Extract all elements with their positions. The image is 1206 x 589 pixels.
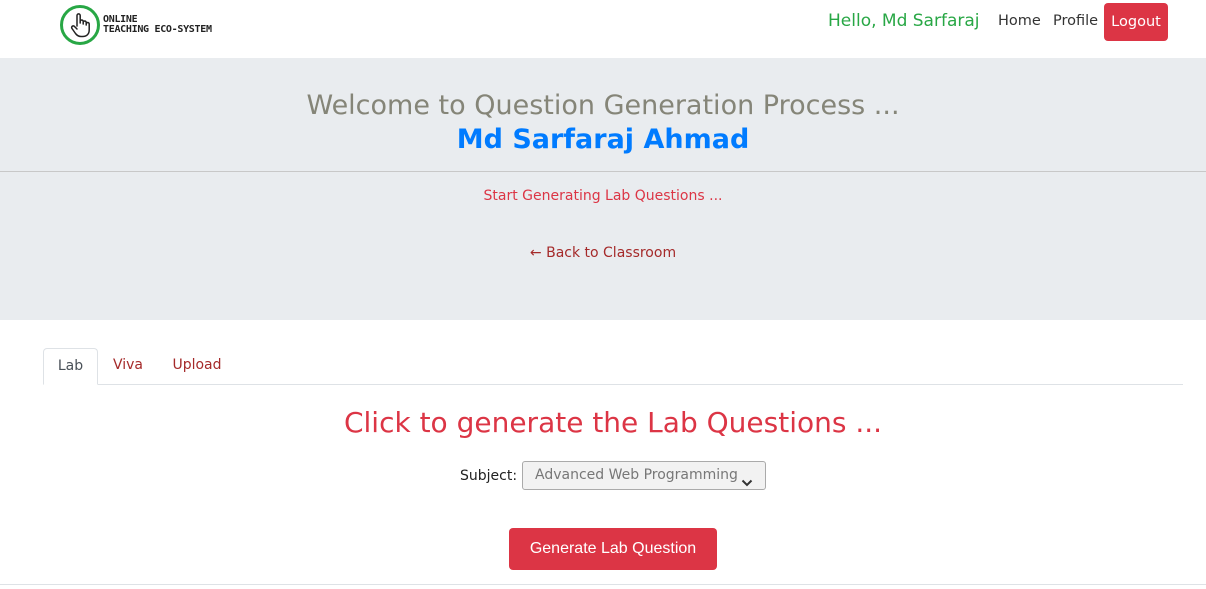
nav-profile-link[interactable]: Profile — [1053, 11, 1098, 31]
jumbotron: Welcome to Question Generation Process .… — [0, 58, 1206, 320]
user-greeting: Hello, Md Sarfaraj — [828, 11, 980, 31]
pointer-hand-icon — [60, 5, 100, 45]
logout-button[interactable]: Logout — [1104, 3, 1168, 41]
back-to-classroom-link[interactable]: ← Back to Classroom — [0, 243, 1206, 263]
subject-select[interactable]: Advanced Web Programming — [522, 461, 766, 490]
tab-lab[interactable]: Lab — [43, 348, 98, 385]
brand-name: ONLINE TEACHING ECO-SYSTEM — [103, 15, 212, 35]
nav-home-link[interactable]: Home — [998, 11, 1041, 31]
start-generating-text: Start Generating Lab Questions ... — [483, 188, 723, 204]
brand-logo[interactable]: ONLINE TEACHING ECO-SYSTEM — [60, 4, 242, 46]
question-tabs: Lab Viva Upload — [43, 348, 1183, 385]
generate-lab-question-button[interactable]: Generate Lab Question — [509, 528, 717, 570]
subject-label: Subject: — [460, 468, 518, 484]
footer-divider — [0, 584, 1206, 585]
tab-viva[interactable]: Viva — [105, 348, 151, 385]
jumbotron-divider — [0, 171, 1206, 172]
subject-selected-value: Advanced Web Programming — [535, 467, 738, 483]
welcome-heading: Welcome to Question Generation Process .… — [306, 90, 900, 121]
generate-heading: Click to generate the Lab Questions ... — [343, 406, 883, 439]
tab-upload[interactable]: Upload — [165, 348, 229, 385]
user-full-name: Md Sarfaraj Ahmad — [456, 124, 750, 155]
top-navbar: ONLINE TEACHING ECO-SYSTEM Hello, Md Sar… — [0, 0, 1206, 58]
chevron-down-icon — [741, 471, 753, 498]
brand-line-2: TEACHING ECO-SYSTEM — [103, 24, 212, 35]
